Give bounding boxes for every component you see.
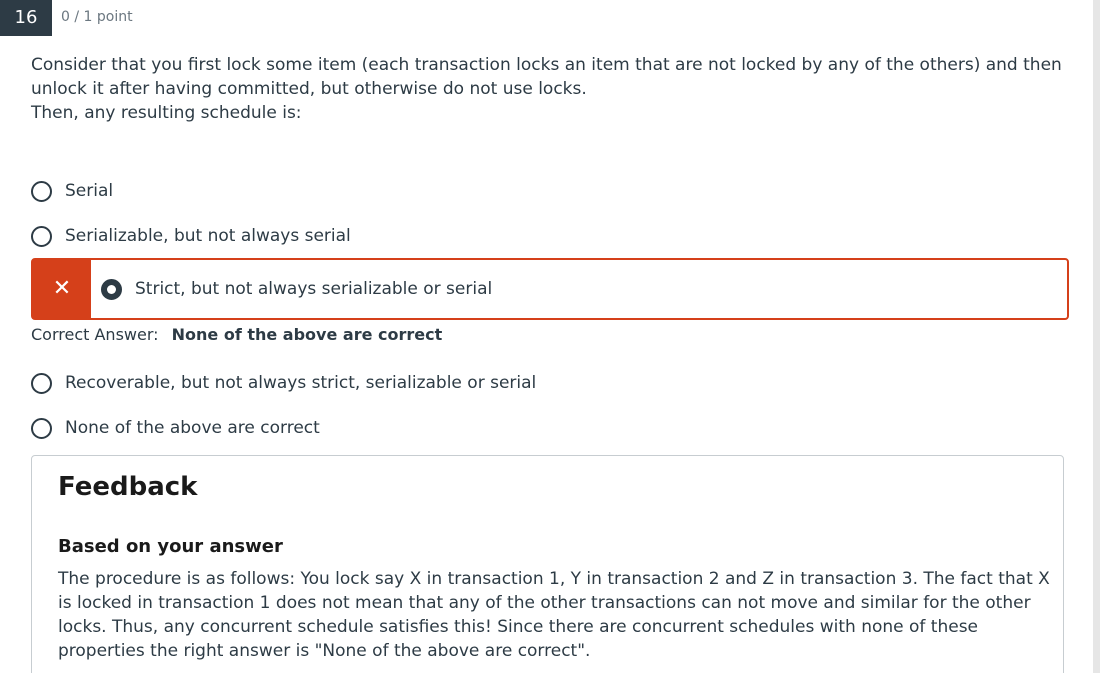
feedback-body: The procedure is as follows: You lock sa…	[58, 569, 1050, 661]
question-text: Consider that you first lock some item (…	[31, 53, 1071, 125]
scrollbar-track[interactable]	[1093, 0, 1100, 673]
answer-option[interactable]: Recoverable, but not always strict, seri…	[31, 368, 536, 398]
radio-button[interactable]	[31, 417, 52, 439]
answer-option-label: Serial	[65, 181, 114, 201]
radio-button[interactable]	[31, 372, 52, 394]
question-points: 0 / 1 point	[61, 9, 133, 25]
feedback-subtitle: Based on your answer	[58, 536, 283, 557]
answer-option-label: Serializable, but not always serial	[65, 226, 351, 246]
answer-option[interactable]: None of the above are correct	[31, 413, 320, 443]
selected-answer-option[interactable]: ✕ Strict, but not always serializable or…	[31, 258, 1069, 320]
radio-button[interactable]	[31, 180, 52, 202]
question-prompt-followup: Then, any resulting schedule is:	[31, 103, 302, 123]
correct-answer-label: Correct Answer:	[31, 325, 159, 344]
answer-option[interactable]: Serial	[31, 176, 113, 206]
answer-option-label: Strict, but not always serializable or s…	[135, 279, 493, 299]
answer-option-label: None of the above are correct	[65, 418, 320, 438]
feedback-title: Feedback	[58, 472, 198, 502]
close-icon: ✕	[33, 260, 91, 318]
feedback-panel: Feedback Based on your answer The proced…	[31, 455, 1064, 673]
radio-button-selected[interactable]	[101, 278, 122, 300]
quiz-question-page: 16 0 / 1 point Consider that you first l…	[0, 0, 1100, 673]
correct-answer-value: None of the above are correct	[171, 325, 443, 344]
question-prompt: Consider that you first lock some item (…	[31, 55, 1062, 99]
radio-button[interactable]	[31, 225, 52, 247]
answer-option[interactable]: Serializable, but not always serial	[31, 221, 351, 251]
correct-answer: Correct Answer: None of the above are co…	[31, 325, 442, 344]
question-number: 16	[0, 0, 52, 36]
answer-option-label: Recoverable, but not always strict, seri…	[65, 373, 537, 393]
